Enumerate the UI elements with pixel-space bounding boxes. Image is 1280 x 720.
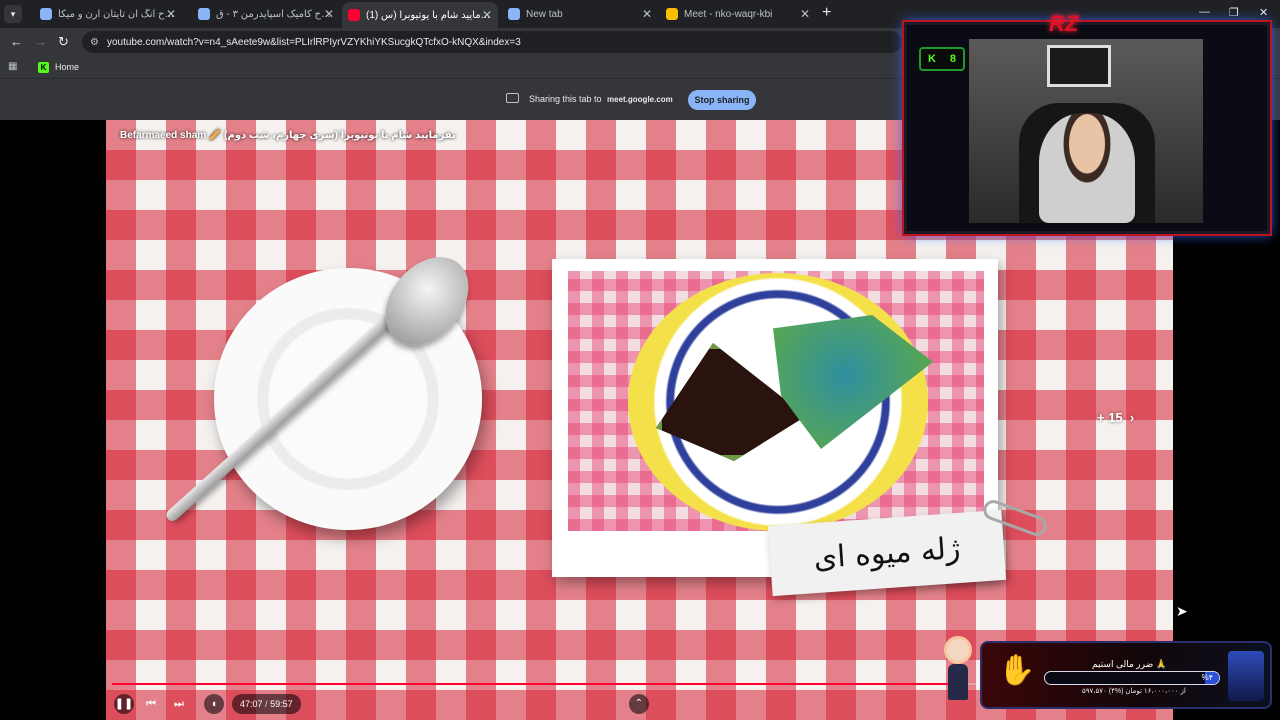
- close-tab-icon[interactable]: ✕: [800, 7, 810, 21]
- minimize-icon[interactable]: —: [1199, 6, 1210, 18]
- bookmark-home[interactable]: K Home: [38, 60, 79, 74]
- webcam-overlay: RZ K 8: [904, 11, 1270, 234]
- volume-icon[interactable]: ◖: [204, 694, 224, 714]
- meet-favicon-icon: [666, 8, 678, 20]
- sticker-body: [948, 664, 968, 700]
- streamer-image: [1039, 113, 1135, 223]
- webcam-feed: [969, 39, 1203, 223]
- apps-grid-icon[interactable]: ▦: [8, 61, 17, 72]
- close-window-icon[interactable]: ✕: [1259, 6, 1268, 19]
- anime-sticker-image: [938, 632, 978, 706]
- tune-icon[interactable]: ⚙: [90, 37, 99, 48]
- tab-title: (1) بفرمایید شام با یوتیوبرا (س: [366, 9, 492, 21]
- tab-4[interactable]: Meet - nko-waqr-kbi ✕: [660, 3, 816, 25]
- tab-favicon-icon: [40, 8, 52, 20]
- sticker-head: [944, 636, 972, 664]
- hand-sign-icon: ✋: [998, 654, 1036, 687]
- bookmark-label: Home: [55, 62, 80, 72]
- tab-3[interactable]: New tab ✕: [502, 3, 658, 25]
- time-current: 47:07: [240, 699, 263, 709]
- kick-icon: K: [927, 53, 936, 65]
- chevron-right-icon: ›: [1126, 410, 1135, 425]
- chevron-up-icon[interactable]: ⌃: [629, 694, 649, 714]
- new-tab-button[interactable]: +: [822, 5, 836, 21]
- time-total: 59:57: [270, 699, 293, 709]
- more-images-button[interactable]: + 15 ›: [1097, 410, 1134, 425]
- arrow-right-icon[interactable]: →: [34, 34, 47, 49]
- rz-logo: RZ: [1049, 11, 1079, 36]
- arrow-left-icon[interactable]: ←: [10, 34, 23, 49]
- caption-card: ژله میوه ای: [767, 509, 1007, 597]
- close-tab-icon[interactable]: ✕: [642, 7, 652, 21]
- tab-title: قاب طرح انگ آن تایتان ارن و میکا: [58, 8, 176, 20]
- time-separator: /: [265, 699, 268, 709]
- restore-icon[interactable]: ❐: [1229, 6, 1239, 19]
- kick-viewer-badge: K 8: [919, 47, 965, 71]
- time-display: 47:07 / 59:57: [232, 694, 301, 714]
- stop-sharing-button[interactable]: Stop sharing: [688, 90, 756, 110]
- mouse-cursor-icon: ➤: [1176, 603, 1188, 619]
- url-text[interactable]: youtube.com/watch?v=n4_sAeete9w&list=PLI…: [107, 37, 521, 48]
- wings-emblem-icon: [1228, 651, 1264, 701]
- more-images-count: + 15: [1097, 410, 1123, 425]
- reload-icon[interactable]: ↻: [58, 34, 69, 50]
- close-tab-icon[interactable]: ✕: [482, 8, 492, 22]
- tab-favicon-icon: [198, 8, 210, 20]
- progress-fill: [112, 683, 958, 685]
- tab-title: قاب طرح کامیک اسپایدرمن ۳ - ق: [216, 8, 334, 20]
- close-tab-icon[interactable]: ✕: [324, 7, 334, 21]
- youtube-favicon-icon: [348, 9, 360, 21]
- donation-amount: ۵۹۷،۵۷۰ از ۱۶،۰۰۰،۰۰۰ تومان (%۴): [1082, 688, 1186, 695]
- tab-search-button[interactable]: ▾: [4, 5, 22, 23]
- close-tab-icon[interactable]: ✕: [166, 7, 176, 21]
- tab-2-active[interactable]: (1) بفرمایید شام با یوتیوبرا (س ✕: [342, 2, 498, 28]
- address-bar[interactable]: ⚙ youtube.com/watch?v=n4_sAeete9w&list=P…: [82, 31, 902, 53]
- skip-previous-icon[interactable]: ⏮: [146, 698, 156, 711]
- pause-icon[interactable]: ❚❚: [114, 694, 134, 714]
- jelly-photo: [568, 271, 984, 531]
- tab-title: New tab: [526, 8, 563, 20]
- sharing-domain: meet.google.com: [607, 95, 673, 104]
- donation-percent: %۴: [1201, 673, 1213, 682]
- kick-icon: K: [38, 61, 49, 73]
- tab-0[interactable]: قاب طرح انگ آن تایتان ارن و میکا ✕: [34, 3, 182, 25]
- tab-1[interactable]: قاب طرح کامیک اسپایدرمن ۳ - ق ✕: [192, 3, 340, 25]
- screen-share-icon: [506, 93, 519, 103]
- donation-goal-widget: ✋ ضرر مالی استیم 🙏 %۴ ۵۹۷،۵۷۰ از ۱۶،۰۰۰،…: [980, 641, 1272, 709]
- donation-title: ضرر مالی استیم 🙏: [1092, 659, 1167, 669]
- video-title: Befarmaeed sham 🥖 بفرمایید شام با یوتیوب…: [120, 130, 456, 141]
- donation-progress-bar: %۴: [1044, 671, 1220, 685]
- tab-title: Meet - nko-waqr-kbi: [684, 8, 773, 20]
- wall-poster-image: [1047, 45, 1111, 87]
- tab-favicon-icon: [508, 8, 520, 20]
- viewer-count: 8: [949, 53, 956, 65]
- sharing-text: Sharing this tab to: [529, 94, 602, 104]
- skip-next-icon[interactable]: ⏭: [174, 698, 184, 711]
